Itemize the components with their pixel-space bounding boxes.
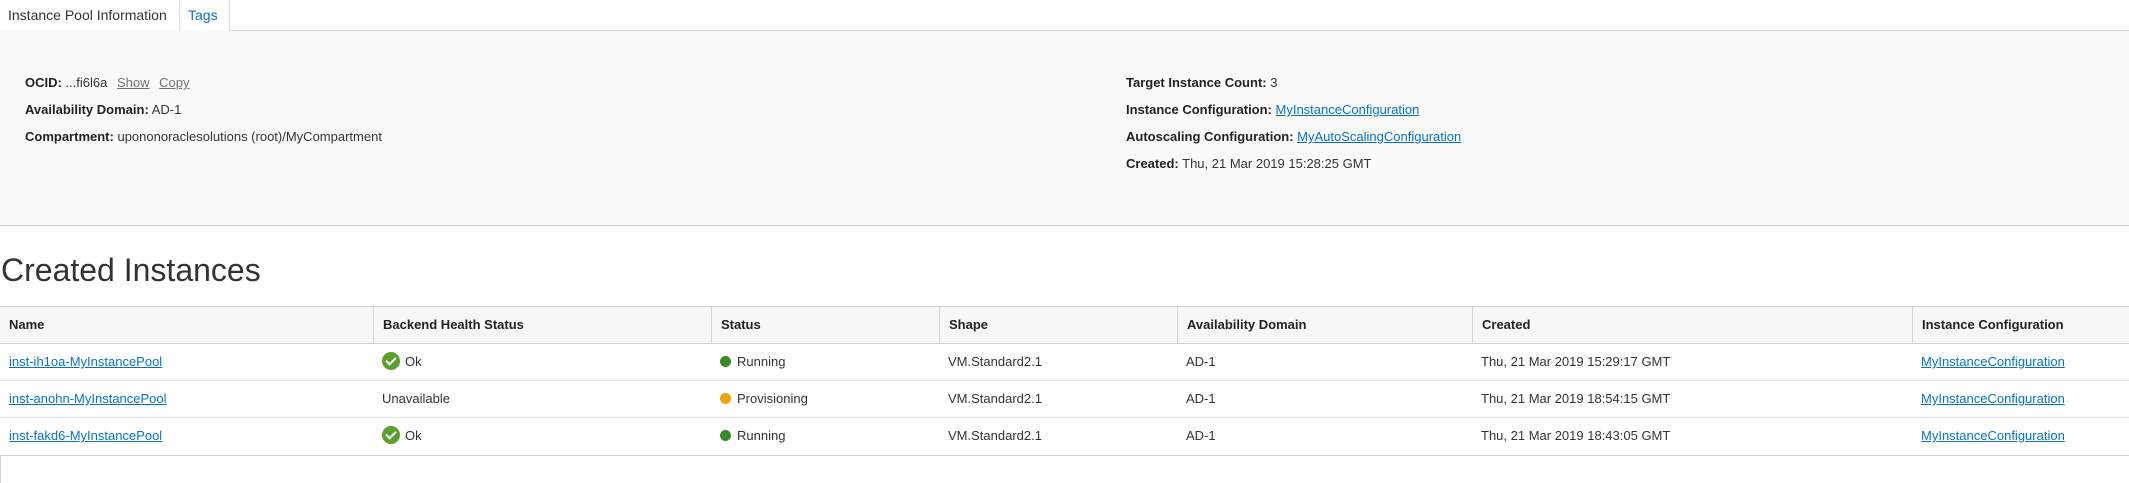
created-row: Created: Thu, 21 Mar 2019 15:28:25 GMT xyxy=(1126,155,1371,173)
instance-configuration-link[interactable]: MyInstanceConfiguration xyxy=(1921,391,2065,406)
column-header-instance-configuration[interactable]: Instance Configuration xyxy=(1912,307,2129,343)
instance-name-link[interactable]: inst-anohn-MyInstancePool xyxy=(9,391,167,406)
compartment-row: Compartment: upononoraclesolutions (root… xyxy=(25,128,382,146)
status-cell: Running xyxy=(711,344,939,380)
created-cell: Thu, 21 Mar 2019 18:54:15 GMT xyxy=(1481,391,1671,406)
status-dot-icon xyxy=(720,430,731,442)
backend-health-cell: Unavailable xyxy=(373,381,711,417)
instance-configuration-cell: MyInstanceConfiguration xyxy=(1912,418,2129,454)
column-header-backend-health-status[interactable]: Backend Health Status xyxy=(373,307,711,343)
instance-configuration-link[interactable]: MyInstanceConfiguration xyxy=(1921,428,2065,443)
created-cell: Thu, 21 Mar 2019 15:29:17 GMT xyxy=(1481,354,1671,369)
shape-cell: VM.Standard2.1 xyxy=(948,391,1042,406)
table-footer-area xyxy=(0,455,2129,483)
availability-domain-value: AD-1 xyxy=(151,102,182,117)
status-cell: Running xyxy=(711,418,939,454)
autoscaling-configuration-row: Autoscaling Configuration: MyAutoScaling… xyxy=(1126,128,1461,146)
shape-cell: VM.Standard2.1 xyxy=(948,354,1042,369)
status-text: Provisioning xyxy=(737,391,808,406)
column-header-created[interactable]: Created xyxy=(1472,307,1912,343)
instance-name-cell: inst-fakd6-MyInstancePool xyxy=(0,418,373,454)
ocid-value: ...fi6l6a xyxy=(65,75,108,90)
shape-cell: VM.Standard2.1 xyxy=(948,428,1042,443)
availability-domain-cell: AD-1 xyxy=(1186,428,1216,443)
target-instance-count-label: Target Instance Count: xyxy=(1126,75,1267,90)
backend-health-cell: Ok xyxy=(373,344,711,380)
check-circle-icon xyxy=(382,351,400,370)
created-cell: Thu, 21 Mar 2019 18:43:05 GMT xyxy=(1481,428,1671,443)
created-instances-table: Name Backend Health Status Status Shape … xyxy=(0,306,2129,456)
status-text: Running xyxy=(737,428,786,443)
backend-health-text: Unavailable xyxy=(382,391,450,406)
status-cell: Provisioning xyxy=(711,381,939,417)
table-row: inst-anohn-MyInstancePool Unavailable Pr… xyxy=(0,381,2129,418)
instance-configuration-cell: MyInstanceConfiguration xyxy=(1912,344,2129,380)
table-row: inst-ih1oa-MyInstancePool Ok Running VM.… xyxy=(0,344,2129,381)
column-header-availability-domain[interactable]: Availability Domain xyxy=(1177,307,1472,343)
instance-name-cell: inst-anohn-MyInstancePool xyxy=(0,381,373,417)
instance-name-link[interactable]: inst-fakd6-MyInstancePool xyxy=(9,428,162,443)
instance-pool-details-panel: OCID: ...fi6l6a Show Copy Availability D… xyxy=(0,31,2129,226)
autoscaling-configuration-link[interactable]: MyAutoScalingConfiguration xyxy=(1297,129,1461,144)
availability-domain-row: Availability Domain: AD-1 xyxy=(25,101,181,119)
column-header-status[interactable]: Status xyxy=(711,307,939,343)
instance-configuration-link[interactable]: MyInstanceConfiguration xyxy=(1921,354,2065,369)
ocid-copy-link[interactable]: Copy xyxy=(159,75,189,90)
instance-configuration-link[interactable]: MyInstanceConfiguration xyxy=(1276,102,1420,117)
instance-name-cell: inst-ih1oa-MyInstancePool xyxy=(0,344,373,380)
target-instance-count-value: 3 xyxy=(1270,75,1278,90)
ocid-row: OCID: ...fi6l6a Show Copy xyxy=(25,74,190,92)
instance-configuration-label: Instance Configuration: xyxy=(1126,102,1272,117)
compartment-value: upononoraclesolutions (root)/MyCompartme… xyxy=(117,129,382,144)
instance-name-link[interactable]: inst-ih1oa-MyInstancePool xyxy=(9,354,162,369)
compartment-label: Compartment: xyxy=(25,129,114,144)
column-header-shape[interactable]: Shape xyxy=(939,307,1177,343)
autoscaling-configuration-label: Autoscaling Configuration: xyxy=(1126,129,1294,144)
table-header-row: Name Backend Health Status Status Shape … xyxy=(0,307,2129,344)
table-row: inst-fakd6-MyInstancePool Ok Running VM.… xyxy=(0,418,2129,455)
created-value: Thu, 21 Mar 2019 15:28:25 GMT xyxy=(1182,156,1372,171)
availability-domain-label: Availability Domain: xyxy=(25,102,149,117)
status-text: Running xyxy=(737,354,786,369)
availability-domain-cell: AD-1 xyxy=(1186,391,1216,406)
ocid-show-link[interactable]: Show xyxy=(117,75,150,90)
target-instance-count-row: Target Instance Count: 3 xyxy=(1126,74,1277,92)
backend-health-text: Ok xyxy=(405,428,422,443)
tab-tags[interactable]: Tags xyxy=(180,0,230,31)
tab-instance-pool-information[interactable]: Instance Pool Information xyxy=(0,0,180,32)
created-label: Created: xyxy=(1126,156,1179,171)
instance-configuration-row: Instance Configuration: MyInstanceConfig… xyxy=(1126,101,1419,119)
check-circle-icon xyxy=(382,425,400,444)
created-instances-title: Created Instances xyxy=(1,252,261,288)
column-header-name[interactable]: Name xyxy=(0,307,373,343)
availability-domain-cell: AD-1 xyxy=(1186,354,1216,369)
ocid-label: OCID: xyxy=(25,75,62,90)
status-dot-icon xyxy=(720,356,731,368)
status-dot-icon xyxy=(720,393,731,405)
tab-bar: Instance Pool Information Tags xyxy=(0,0,2129,32)
instance-configuration-cell: MyInstanceConfiguration xyxy=(1912,381,2129,417)
backend-health-cell: Ok xyxy=(373,418,711,454)
backend-health-text: Ok xyxy=(405,354,422,369)
